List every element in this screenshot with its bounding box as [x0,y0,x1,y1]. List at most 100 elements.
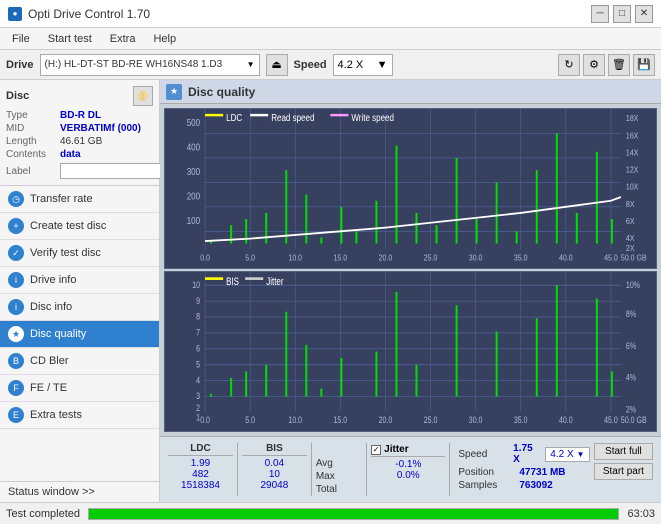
drive-selector[interactable]: (H:) HL-DT-ST BD-RE WH16NS48 1.D3 ▼ [40,54,260,76]
titlebar-controls: ─ □ ✕ [591,5,653,23]
svg-text:14X: 14X [626,148,639,158]
drive-dropdown-arrow: ▼ [247,60,255,69]
save-button[interactable]: 💾 [633,54,655,76]
refresh-button[interactable]: ↻ [558,54,580,76]
svg-text:4X: 4X [626,233,635,243]
divider-1 [237,443,238,496]
samples-value: 763092 [519,480,552,491]
stats-col-jitter: ✓ Jitter -0.1% 0.0% [371,443,445,481]
sidebar-item-disc-info[interactable]: i Disc info [0,294,159,321]
jitter-checkbox[interactable]: ✓ [371,445,381,455]
speed-value: 4.2 X [338,59,364,71]
nav-label-disc-quality: Disc quality [30,328,86,340]
toolbar-icons: ↻ ⚙ 🗑 💾 [558,54,655,76]
speed-selector[interactable]: 4.2 X ▼ [333,54,393,76]
titlebar-left: ● Opti Drive Control 1.70 [8,7,150,21]
stats-ldc-total: 1518384 [181,480,220,491]
disc-contents-label: Contents [6,149,56,160]
nav-label-transfer-rate: Transfer rate [30,193,93,205]
svg-text:8X: 8X [626,199,635,209]
nav-label-disc-info: Disc info [30,301,72,313]
svg-text:15.0: 15.0 [334,253,348,263]
disc-contents-value: data [60,149,81,160]
sidebar-item-cd-bler[interactable]: B CD Bler [0,348,159,375]
start-part-button[interactable]: Start part [594,463,653,480]
svg-text:20.0: 20.0 [379,253,393,263]
sidebar-item-drive-info[interactable]: i Drive info [0,267,159,294]
nav-label-cd-bler: CD Bler [30,355,69,367]
max-label: Max [316,470,362,483]
disc-image-button[interactable]: 📀 [133,86,153,106]
svg-text:25.0: 25.0 [424,253,438,263]
nav-label-fe-te: FE / TE [30,382,67,394]
menu-help[interactable]: Help [145,31,184,47]
disc-mid-row: MID VERBATIMf (000) [6,123,153,134]
disc-length-label: Length [6,136,56,147]
sidebar: Disc 📀 Type BD-R DL MID VERBATIMf (000) … [0,80,160,502]
drive-value: (H:) HL-DT-ST BD-RE WH16NS48 1.D3 [45,59,243,70]
delete-button[interactable]: 🗑 [608,54,630,76]
close-button[interactable]: ✕ [635,5,653,23]
disc-label-label: Label [6,166,56,177]
menu-start-test[interactable]: Start test [40,31,100,47]
disc-length-row: Length 46.61 GB [6,136,153,147]
settings-button[interactable]: ⚙ [583,54,605,76]
svg-text:12X: 12X [626,165,639,175]
app-icon: ● [8,7,22,21]
sidebar-item-transfer-rate[interactable]: ◷ Transfer rate [0,186,159,213]
svg-text:18X: 18X [626,114,639,124]
sidebar-item-create-test-disc[interactable]: + Create test disc [0,213,159,240]
drive-info-icon: i [8,272,24,288]
avg-label: Avg [316,457,362,470]
svg-text:20.0: 20.0 [379,415,393,425]
svg-text:10%: 10% [626,280,641,290]
speed-select-display[interactable]: 4.2 X ▼ [545,447,590,462]
chart-bis: 10 9 8 7 6 5 4 3 2 1 10% 8% 6% 4% 2% [164,271,657,432]
chart-ldc: 500 400 300 200 100 18X 16X 14X 12X 10X … [164,108,657,269]
nav-label-drive-info: Drive info [30,274,76,286]
jitter-header-label: Jitter [384,444,408,455]
progress-bar-container [88,508,619,520]
svg-text:500: 500 [187,117,200,128]
svg-text:9: 9 [196,296,200,306]
menubar: File Start test Extra Help [0,28,661,50]
stats-header-ldc: LDC [168,443,233,456]
svg-text:45.0: 45.0 [604,415,618,425]
speed-stat-label: Speed [458,449,507,460]
svg-text:2%: 2% [626,405,637,415]
maximize-button[interactable]: □ [613,5,631,23]
svg-text:6X: 6X [626,216,635,226]
svg-text:BIS: BIS [226,275,239,287]
sidebar-item-disc-quality[interactable]: ★ Disc quality [0,321,159,348]
menu-file[interactable]: File [4,31,38,47]
verify-test-disc-icon: ✓ [8,245,24,261]
speed-row: Speed 1.75 X 4.2 X ▼ [458,443,589,465]
stats-col-bis: BIS 0.04 10 29048 [242,443,307,491]
bottom-stats-panel: LDC 1.99 482 1518384 BIS 0.04 10 29048 [160,436,661,502]
disc-label-row: Label 🔍 [6,163,153,179]
svg-text:7: 7 [196,328,200,338]
extra-tests-icon: E [8,407,24,423]
nav-spacer [0,429,159,481]
status-window-button[interactable]: Status window >> [0,481,159,502]
disc-quality-icon: ★ [8,326,24,342]
sidebar-item-extra-tests[interactable]: E Extra tests [0,402,159,429]
svg-text:10.0: 10.0 [288,415,302,425]
progress-bar-fill [89,509,618,519]
svg-text:300: 300 [187,166,200,177]
svg-text:LDC: LDC [226,112,243,123]
fe-te-icon: F [8,380,24,396]
svg-text:10: 10 [192,280,200,290]
sidebar-item-verify-test-disc[interactable]: ✓ Verify test disc [0,240,159,267]
start-full-button[interactable]: Start full [594,443,653,460]
minimize-button[interactable]: ─ [591,5,609,23]
app-title: Opti Drive Control 1.70 [28,7,150,21]
svg-text:3: 3 [196,391,200,401]
position-label: Position [458,467,513,478]
disc-mid-value: VERBATIMf (000) [60,123,141,134]
sidebar-item-fe-te[interactable]: F FE / TE [0,375,159,402]
menu-extra[interactable]: Extra [102,31,144,47]
divider-4 [449,443,450,496]
chart-bis-svg: 10 9 8 7 6 5 4 3 2 1 10% 8% 6% 4% 2% [165,272,656,431]
eject-button[interactable]: ⏏ [266,54,288,76]
